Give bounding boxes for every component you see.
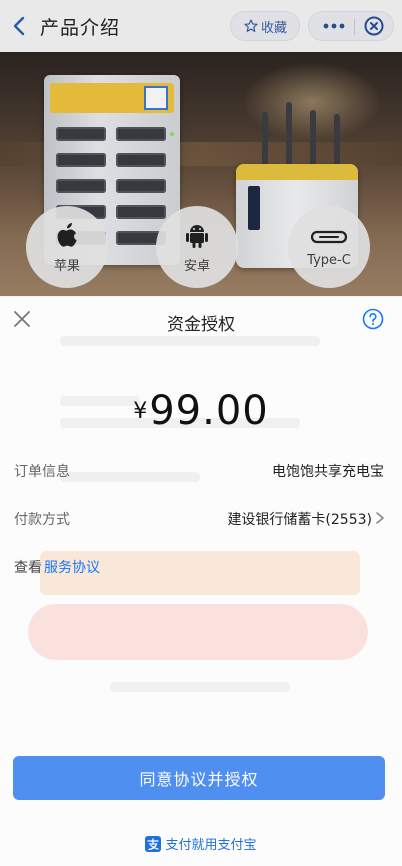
ghost-button [28,604,368,660]
sheet-title: 资金授权 [167,315,235,335]
service-agreement-link[interactable]: 服务协议 [44,560,100,576]
authorization-sheet: 资金授权 ¥99.00 订单信息 电饱饱共享充电宝 付款方式 建设银行储蓄卡(2… [0,296,402,866]
currency-symbol: ¥ [133,399,148,424]
ghost-line [110,682,290,692]
alipay-footer: 支付就用支付宝 [0,834,402,853]
help-icon[interactable] [362,308,384,330]
footer-text: 支付就用支付宝 [165,838,257,853]
payment-method-label: 付款方式 [14,512,70,528]
order-info-value: 电饱饱共享充电宝 [272,464,384,480]
terms-prefix: 查看 [14,560,42,576]
amount-display: ¥99.00 [0,388,402,434]
payment-method-value[interactable]: 建设银行储蓄卡(2553) [227,509,372,529]
ghost-line [60,472,200,482]
agree-authorize-button[interactable]: 同意协议并授权 [13,756,385,800]
chevron-right-icon[interactable] [374,511,386,525]
terms-row: 查看 服务协议 [14,557,100,577]
alipay-logo-icon [145,835,162,852]
order-info-label: 订单信息 [14,464,70,480]
dim-overlay [0,0,402,300]
amount-value: 99.00 [149,388,269,434]
ghost-line [60,336,320,346]
